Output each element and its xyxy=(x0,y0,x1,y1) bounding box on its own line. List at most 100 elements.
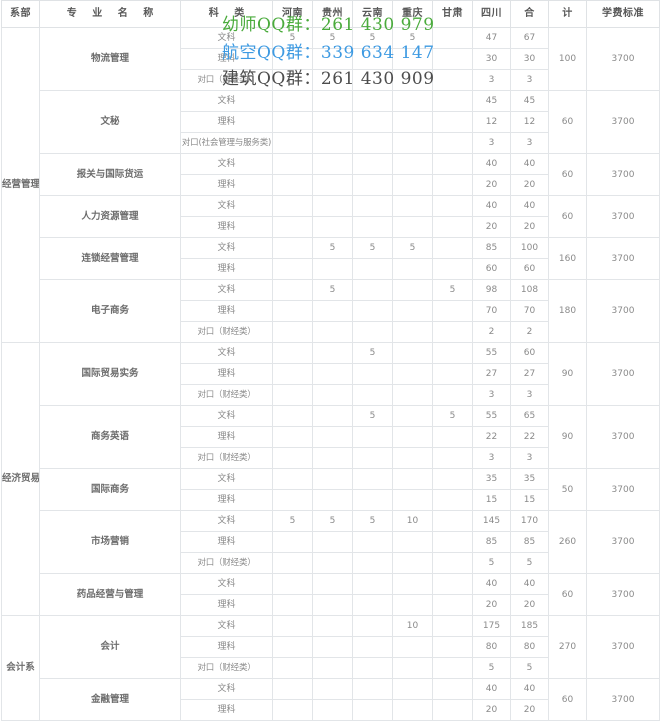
quota-cell-he[interactable]: 60 xyxy=(510,258,549,280)
tuition-fee-cell[interactable]: 3700 xyxy=(586,468,660,511)
quota-cell-gansu[interactable] xyxy=(432,258,473,280)
quota-cell-guizhou[interactable] xyxy=(312,594,353,616)
quota-cell-sichuan[interactable]: 40 xyxy=(472,573,511,595)
tuition-fee-cell[interactable]: 3700 xyxy=(586,195,660,238)
quota-cell-chongqing[interactable] xyxy=(392,489,433,511)
quota-cell-he[interactable]: 5 xyxy=(510,657,549,679)
quota-cell-yunnan[interactable] xyxy=(352,636,393,658)
quota-cell-sichuan[interactable]: 55 xyxy=(472,342,511,364)
quota-cell-guizhou[interactable] xyxy=(312,447,353,469)
tuition-fee-cell[interactable]: 3700 xyxy=(586,279,660,343)
quota-cell-yunnan[interactable] xyxy=(352,447,393,469)
quota-cell-gansu[interactable] xyxy=(432,174,473,196)
quota-cell-sichuan[interactable]: 45 xyxy=(472,90,511,112)
quota-cell-gansu[interactable] xyxy=(432,27,473,49)
quota-cell-he[interactable]: 5 xyxy=(510,552,549,574)
quota-cell-chongqing[interactable] xyxy=(392,552,433,574)
quota-cell-gansu[interactable] xyxy=(432,111,473,133)
quota-cell-yunnan[interactable] xyxy=(352,678,393,700)
quota-cell-yunnan[interactable] xyxy=(352,594,393,616)
quota-cell-chongqing[interactable] xyxy=(392,468,433,490)
tuition-fee-cell[interactable]: 3700 xyxy=(586,153,660,196)
quota-cell-guizhou[interactable] xyxy=(312,489,353,511)
quota-cell-guizhou[interactable] xyxy=(312,48,353,70)
subject-cell[interactable]: 对口（财经类） xyxy=(180,321,273,343)
quota-cell-chongqing[interactable] xyxy=(392,678,433,700)
quota-cell-henan[interactable] xyxy=(272,48,313,70)
quota-cell-gansu[interactable] xyxy=(432,363,473,385)
quota-cell-he[interactable]: 15 xyxy=(510,489,549,511)
quota-cell-guizhou[interactable] xyxy=(312,405,353,427)
quota-cell-he[interactable]: 170 xyxy=(510,510,549,532)
header-henan[interactable]: 河南 xyxy=(272,0,313,28)
quota-cell-henan[interactable] xyxy=(272,363,313,385)
subject-cell[interactable]: 理科 xyxy=(180,216,273,238)
subject-cell[interactable]: 理科 xyxy=(180,174,273,196)
quota-cell-yunnan[interactable] xyxy=(352,69,393,91)
subject-cell[interactable]: 理科 xyxy=(180,300,273,322)
quota-cell-henan[interactable] xyxy=(272,384,313,406)
quota-cell-gansu[interactable] xyxy=(432,531,473,553)
quota-cell-chongqing[interactable] xyxy=(392,279,433,301)
quota-cell-yunnan[interactable] xyxy=(352,657,393,679)
major-total-cell[interactable]: 60 xyxy=(548,153,587,196)
quota-cell-chongqing[interactable] xyxy=(392,447,433,469)
quota-cell-gansu[interactable] xyxy=(432,510,473,532)
header-chongqing[interactable]: 重庆 xyxy=(392,0,433,28)
subject-cell[interactable]: 文科 xyxy=(180,279,273,301)
quota-cell-gansu[interactable] xyxy=(432,216,473,238)
tuition-fee-cell[interactable]: 3700 xyxy=(586,573,660,616)
quota-cell-guizhou[interactable] xyxy=(312,384,353,406)
quota-cell-he[interactable]: 40 xyxy=(510,195,549,217)
tuition-fee-cell[interactable]: 3700 xyxy=(586,510,660,574)
major-cell[interactable]: 文秘 xyxy=(39,90,181,154)
quota-cell-sichuan[interactable]: 145 xyxy=(472,510,511,532)
quota-cell-he[interactable]: 3 xyxy=(510,132,549,154)
subject-cell[interactable]: 文科 xyxy=(180,468,273,490)
quota-cell-yunnan[interactable] xyxy=(352,216,393,238)
quota-cell-guizhou[interactable] xyxy=(312,573,353,595)
subject-cell[interactable]: 理科 xyxy=(180,594,273,616)
quota-cell-yunnan[interactable]: 5 xyxy=(352,510,393,532)
quota-cell-gansu[interactable] xyxy=(432,468,473,490)
quota-cell-guizhou[interactable] xyxy=(312,111,353,133)
department-cell[interactable]: 会计系 xyxy=(1,615,40,721)
quota-cell-sichuan[interactable]: 80 xyxy=(472,636,511,658)
quota-cell-he[interactable]: 67 xyxy=(510,27,549,49)
quota-cell-he[interactable]: 20 xyxy=(510,699,549,721)
quota-cell-guizhou[interactable] xyxy=(312,153,353,175)
quota-cell-gansu[interactable]: 5 xyxy=(432,279,473,301)
subject-cell[interactable]: 文科 xyxy=(180,510,273,532)
quota-cell-sichuan[interactable]: 27 xyxy=(472,363,511,385)
quota-cell-henan[interactable]: 5 xyxy=(272,27,313,49)
quota-cell-henan[interactable] xyxy=(272,678,313,700)
subject-cell[interactable]: 文科 xyxy=(180,342,273,364)
subject-cell[interactable]: 文科 xyxy=(180,195,273,217)
quota-cell-chongqing[interactable] xyxy=(392,132,433,154)
subject-cell[interactable]: 文科 xyxy=(180,678,273,700)
quota-cell-henan[interactable] xyxy=(272,132,313,154)
quota-cell-chongqing[interactable] xyxy=(392,300,433,322)
quota-cell-gansu[interactable] xyxy=(432,426,473,448)
subject-cell[interactable]: 理科 xyxy=(180,699,273,721)
header-ji[interactable]: 计 xyxy=(548,0,587,28)
quota-cell-gansu[interactable] xyxy=(432,132,473,154)
subject-cell[interactable]: 文科 xyxy=(180,90,273,112)
quota-cell-chongqing[interactable] xyxy=(392,321,433,343)
quota-cell-henan[interactable] xyxy=(272,573,313,595)
quota-cell-he[interactable]: 40 xyxy=(510,153,549,175)
quota-cell-henan[interactable] xyxy=(272,615,313,637)
quota-cell-sichuan[interactable]: 3 xyxy=(472,69,511,91)
tuition-fee-cell[interactable]: 3700 xyxy=(586,237,660,280)
quota-cell-henan[interactable] xyxy=(272,279,313,301)
quota-cell-gansu[interactable] xyxy=(432,489,473,511)
quota-cell-he[interactable]: 108 xyxy=(510,279,549,301)
major-cell[interactable]: 会计 xyxy=(39,615,181,679)
quota-cell-he[interactable]: 20 xyxy=(510,594,549,616)
quota-cell-guizhou[interactable] xyxy=(312,468,353,490)
quota-cell-chongqing[interactable] xyxy=(392,405,433,427)
quota-cell-guizhou[interactable] xyxy=(312,69,353,91)
quota-cell-sichuan[interactable]: 98 xyxy=(472,279,511,301)
quota-cell-gansu[interactable] xyxy=(432,69,473,91)
quota-cell-chongqing[interactable] xyxy=(392,573,433,595)
